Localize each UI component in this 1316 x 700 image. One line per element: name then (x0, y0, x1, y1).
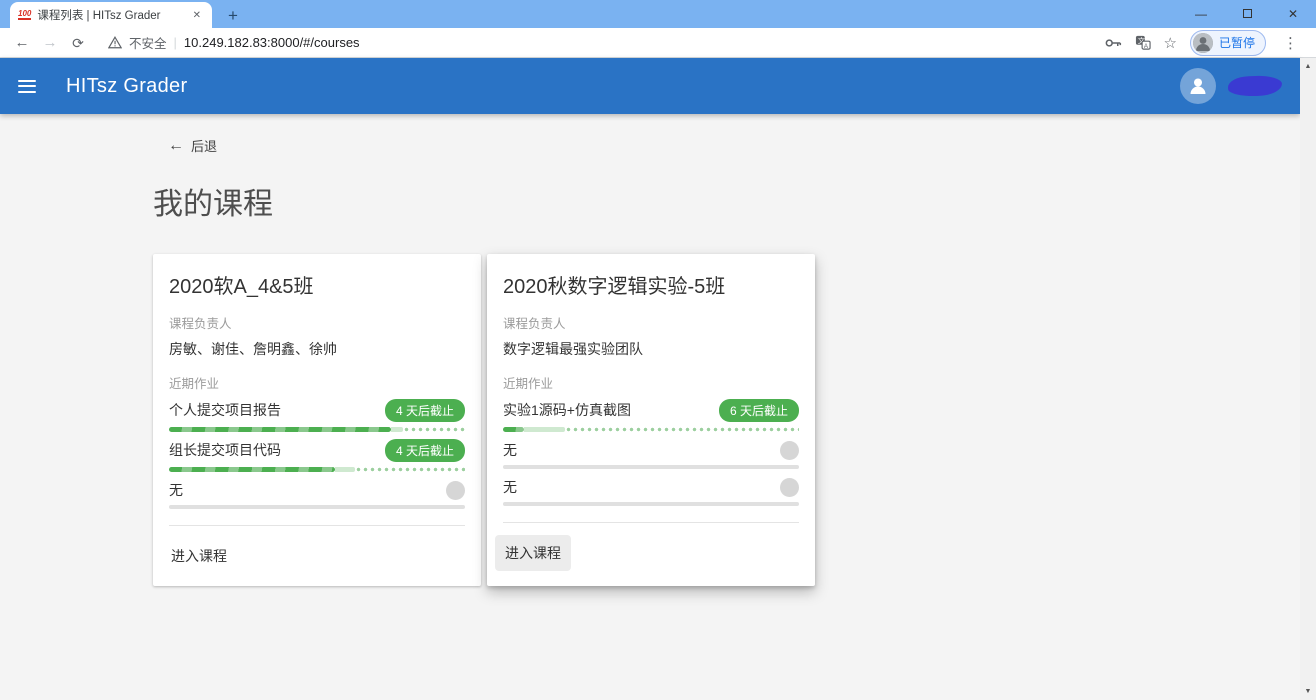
empty-progress-circle-icon (780, 441, 799, 460)
assignment-row: 个人提交项目报告 4 天后截止 (169, 397, 465, 423)
window-close-button[interactable]: ✕ (1270, 0, 1316, 27)
password-key-icon[interactable] (1105, 37, 1122, 49)
assignment-name: 无 (169, 480, 183, 500)
page-title: 我的课程 (153, 179, 1300, 223)
course-card-list: 2020软A_4&5班 课程负责人 房敏、谢佳、詹明鑫、徐帅 近期作业 个人提交… (153, 254, 1300, 586)
recent-assignments-label: 近期作业 (169, 373, 465, 392)
course-card: 2020软A_4&5班 课程负责人 房敏、谢佳、詹明鑫、徐帅 近期作业 个人提交… (153, 254, 481, 586)
username-redaction-scribble (1228, 75, 1283, 97)
assignment-list: 个人提交项目报告 4 天后截止 组长提交项目代码 4 天后截止 (169, 397, 465, 509)
omnibox-separator: | (174, 35, 177, 50)
address-bar[interactable]: 不安全 | 10.249.182.83:8000/#/courses (108, 33, 1105, 52)
empty-progress-circle-icon (780, 478, 799, 497)
empty-progress-bar (503, 465, 799, 469)
favicon-100-icon: 100 (18, 10, 31, 20)
back-link[interactable]: ← 后退 (168, 136, 217, 155)
assignment-name: 组长提交项目代码 (169, 440, 281, 460)
bookmark-star-icon[interactable]: ☆ (1164, 34, 1177, 52)
account-avatar-icon[interactable] (1180, 68, 1216, 104)
scroll-down-arrow[interactable]: ▼ (1305, 683, 1312, 700)
back-arrow-icon: ← (168, 138, 184, 154)
assignment-row-empty: 无 (169, 477, 465, 503)
tab-title: 课程列表 | HITsz Grader (37, 7, 183, 23)
assignment-list: 实验1源码+仿真截图 6 天后截止 无 无 (503, 397, 799, 506)
recent-assignments-label: 近期作业 (503, 373, 799, 392)
profile-paused-label: 已暂停 (1219, 34, 1255, 51)
empty-progress-circle-icon (446, 481, 465, 500)
app-title: HITsz Grader (66, 75, 187, 98)
assignment-row-empty: 无 (503, 474, 799, 500)
page-scrollbar[interactable]: ▲ ▼ (1300, 58, 1316, 700)
deadline-badge: 6 天后截止 (719, 399, 799, 422)
browser-tab[interactable]: 100 课程列表 | HITsz Grader ✕ (10, 2, 212, 28)
profile-paused-button[interactable]: 已暂停 (1190, 30, 1266, 56)
card-actions: 进入课程 (487, 523, 815, 583)
courses-page: ← 后退 我的课程 2020软A_4&5班 课程负责人 房敏、谢佳、詹明鑫、徐帅… (0, 114, 1300, 586)
empty-progress-bar (503, 502, 799, 506)
window-minimize-button[interactable]: — (1178, 0, 1224, 27)
assignment-name: 实验1源码+仿真截图 (503, 400, 631, 420)
browser-menu-icon[interactable]: ⋮ (1279, 34, 1302, 52)
maximize-icon (1243, 9, 1252, 18)
app-header: HITsz Grader (0, 58, 1300, 114)
assignment-progress-bar (169, 427, 465, 432)
assignment-row-empty: 无 (503, 437, 799, 463)
enter-course-button[interactable]: 进入课程 (161, 538, 237, 574)
scroll-up-arrow[interactable]: ▲ (1305, 58, 1312, 75)
assignment-name: 无 (503, 477, 517, 497)
course-title: 2020软A_4&5班 (169, 270, 465, 299)
card-actions: 进入课程 (153, 526, 481, 586)
app-header-right (1180, 68, 1282, 104)
url-text: 10.249.182.83:8000/#/courses (184, 35, 360, 50)
owner-label: 课程负责人 (503, 313, 799, 332)
back-label: 后退 (191, 136, 217, 155)
forward-button[interactable]: → (36, 35, 64, 50)
tab-close-icon[interactable]: ✕ (190, 9, 204, 22)
browser-toolbar: ← → ⟳ 不安全 | 10.249.182.83:8000/#/courses… (0, 28, 1316, 58)
owner-names: 数字逻辑最强实验团队 (503, 339, 799, 359)
assignment-progress-bar (169, 467, 465, 472)
window-maximize-button[interactable] (1224, 0, 1270, 27)
window-controls: — ✕ (1178, 0, 1316, 27)
assignment-name: 个人提交项目报告 (169, 400, 281, 420)
not-secure-warning-icon (108, 36, 122, 49)
back-button[interactable]: ← (8, 35, 36, 50)
deadline-badge: 4 天后截止 (385, 439, 465, 462)
new-tab-button[interactable]: + (228, 7, 238, 24)
toolbar-right: 文A ☆ 已暂停 ⋮ (1105, 30, 1308, 56)
deadline-badge: 4 天后截止 (385, 399, 465, 422)
security-label: 不安全 (129, 33, 167, 52)
browser-tab-strip: 100 课程列表 | HITsz Grader ✕ + — ✕ (0, 0, 1316, 28)
assignment-name: 无 (503, 440, 517, 460)
assignment-row: 组长提交项目代码 4 天后截止 (169, 437, 465, 463)
translate-icon[interactable]: 文A (1135, 35, 1151, 50)
profile-avatar (1193, 33, 1213, 53)
assignment-row: 实验1源码+仿真截图 6 天后截止 (503, 397, 799, 423)
owner-names: 房敏、谢佳、詹明鑫、徐帅 (169, 339, 465, 359)
reload-button[interactable]: ⟳ (64, 36, 92, 50)
enter-course-button[interactable]: 进入课程 (495, 535, 571, 571)
hamburger-menu-icon[interactable] (18, 80, 36, 93)
course-card: 2020秋数字逻辑实验-5班 课程负责人 数字逻辑最强实验团队 近期作业 实验1… (487, 254, 815, 586)
web-content: HITsz Grader ← 后退 我的课程 2020软A_4&5班 课程负责人… (0, 58, 1316, 700)
owner-label: 课程负责人 (169, 313, 465, 332)
empty-progress-bar (169, 505, 465, 509)
course-title: 2020秋数字逻辑实验-5班 (503, 270, 799, 299)
assignment-progress-bar (503, 427, 799, 432)
